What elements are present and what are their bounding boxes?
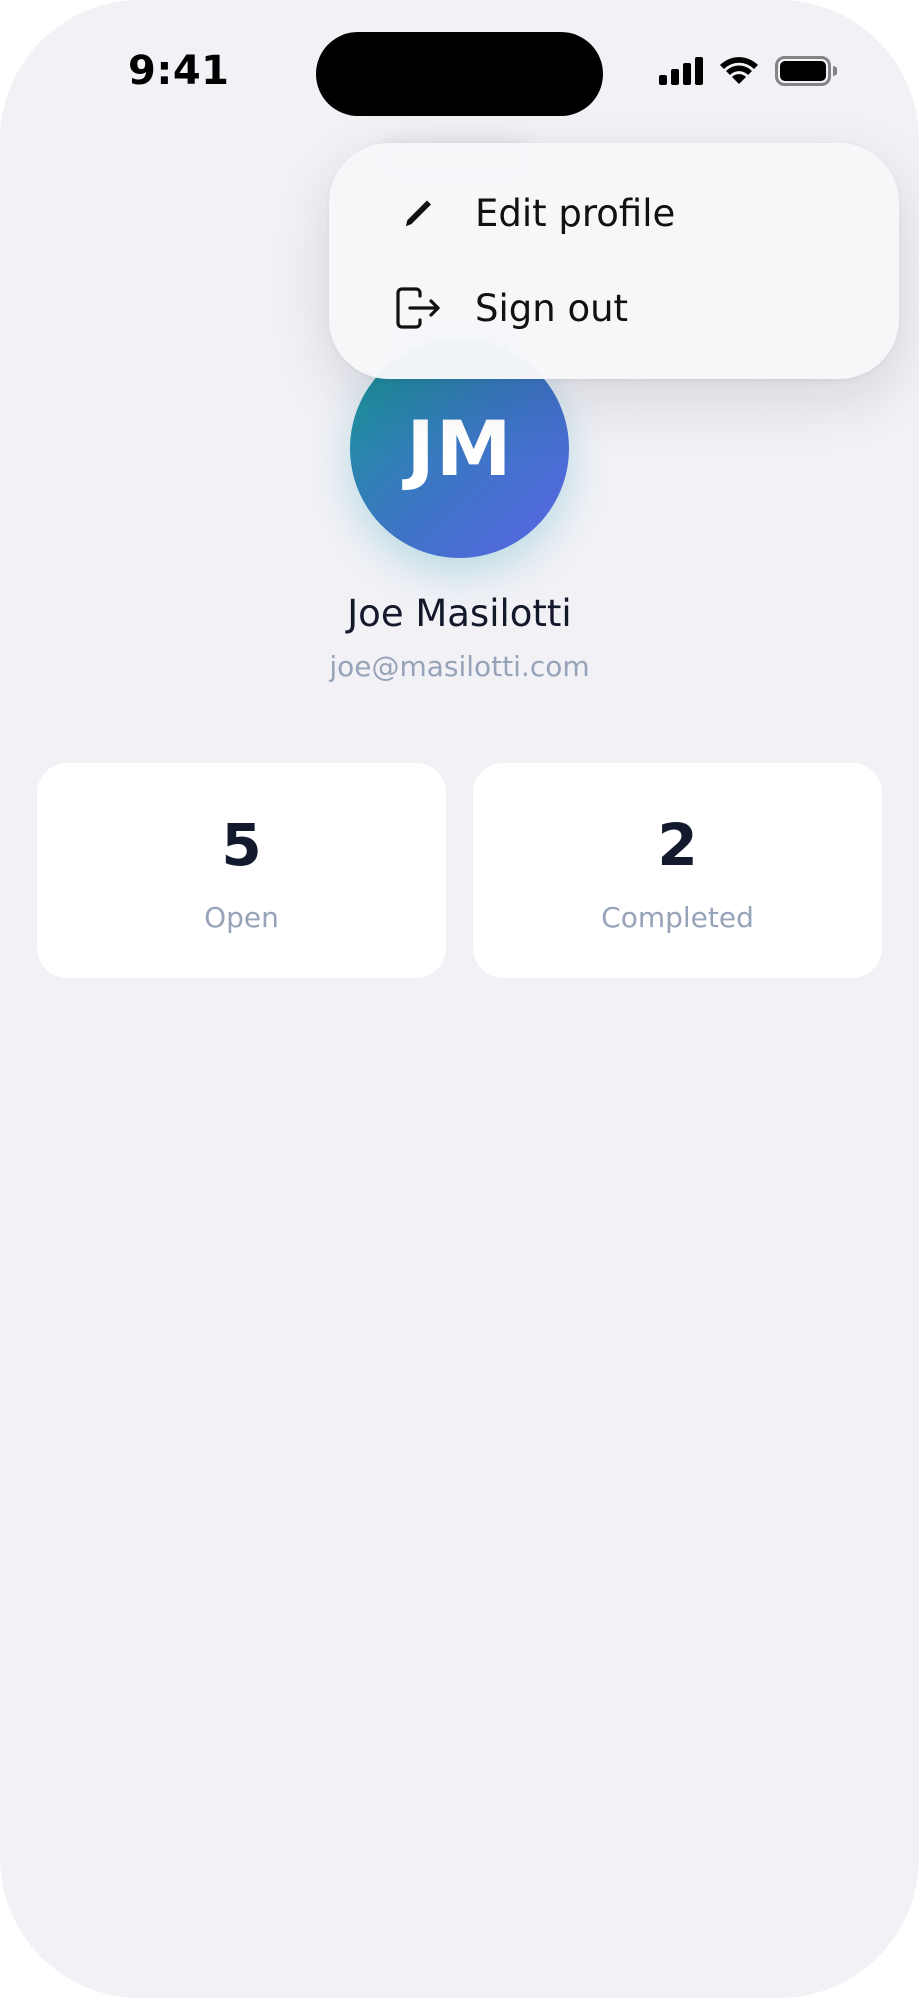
status-icons [659, 56, 837, 86]
stat-card-completed[interactable]: 2 Completed [473, 763, 882, 978]
pencil-icon [394, 189, 442, 237]
stat-card-open[interactable]: 5 Open [37, 763, 446, 978]
menu-item-sign-out[interactable]: Sign out [329, 260, 899, 356]
dynamic-island [316, 32, 603, 116]
avatar-initials: JM [406, 404, 513, 493]
cellular-signal-icon [659, 57, 703, 85]
menu-item-label: Edit profile [475, 191, 676, 235]
menu-item-edit-profile[interactable]: Edit profile [329, 165, 899, 261]
stat-label-open: Open [204, 901, 279, 934]
phone-screen: 9:41 JM Joe Masilotti joe@masilotti.com … [0, 0, 919, 1998]
stat-label-completed: Completed [601, 901, 754, 934]
battery-icon [775, 56, 837, 86]
profile-name: Joe Masilotti [347, 592, 572, 635]
stat-value-completed: 2 [657, 811, 698, 879]
stat-value-open: 5 [221, 811, 262, 879]
profile-menu: Edit profile Sign out [329, 143, 899, 379]
wifi-icon [720, 57, 758, 84]
status-time: 9:41 [128, 48, 230, 94]
profile-email: joe@masilotti.com [329, 650, 590, 683]
sign-out-icon [394, 284, 442, 332]
menu-item-label: Sign out [475, 286, 629, 330]
